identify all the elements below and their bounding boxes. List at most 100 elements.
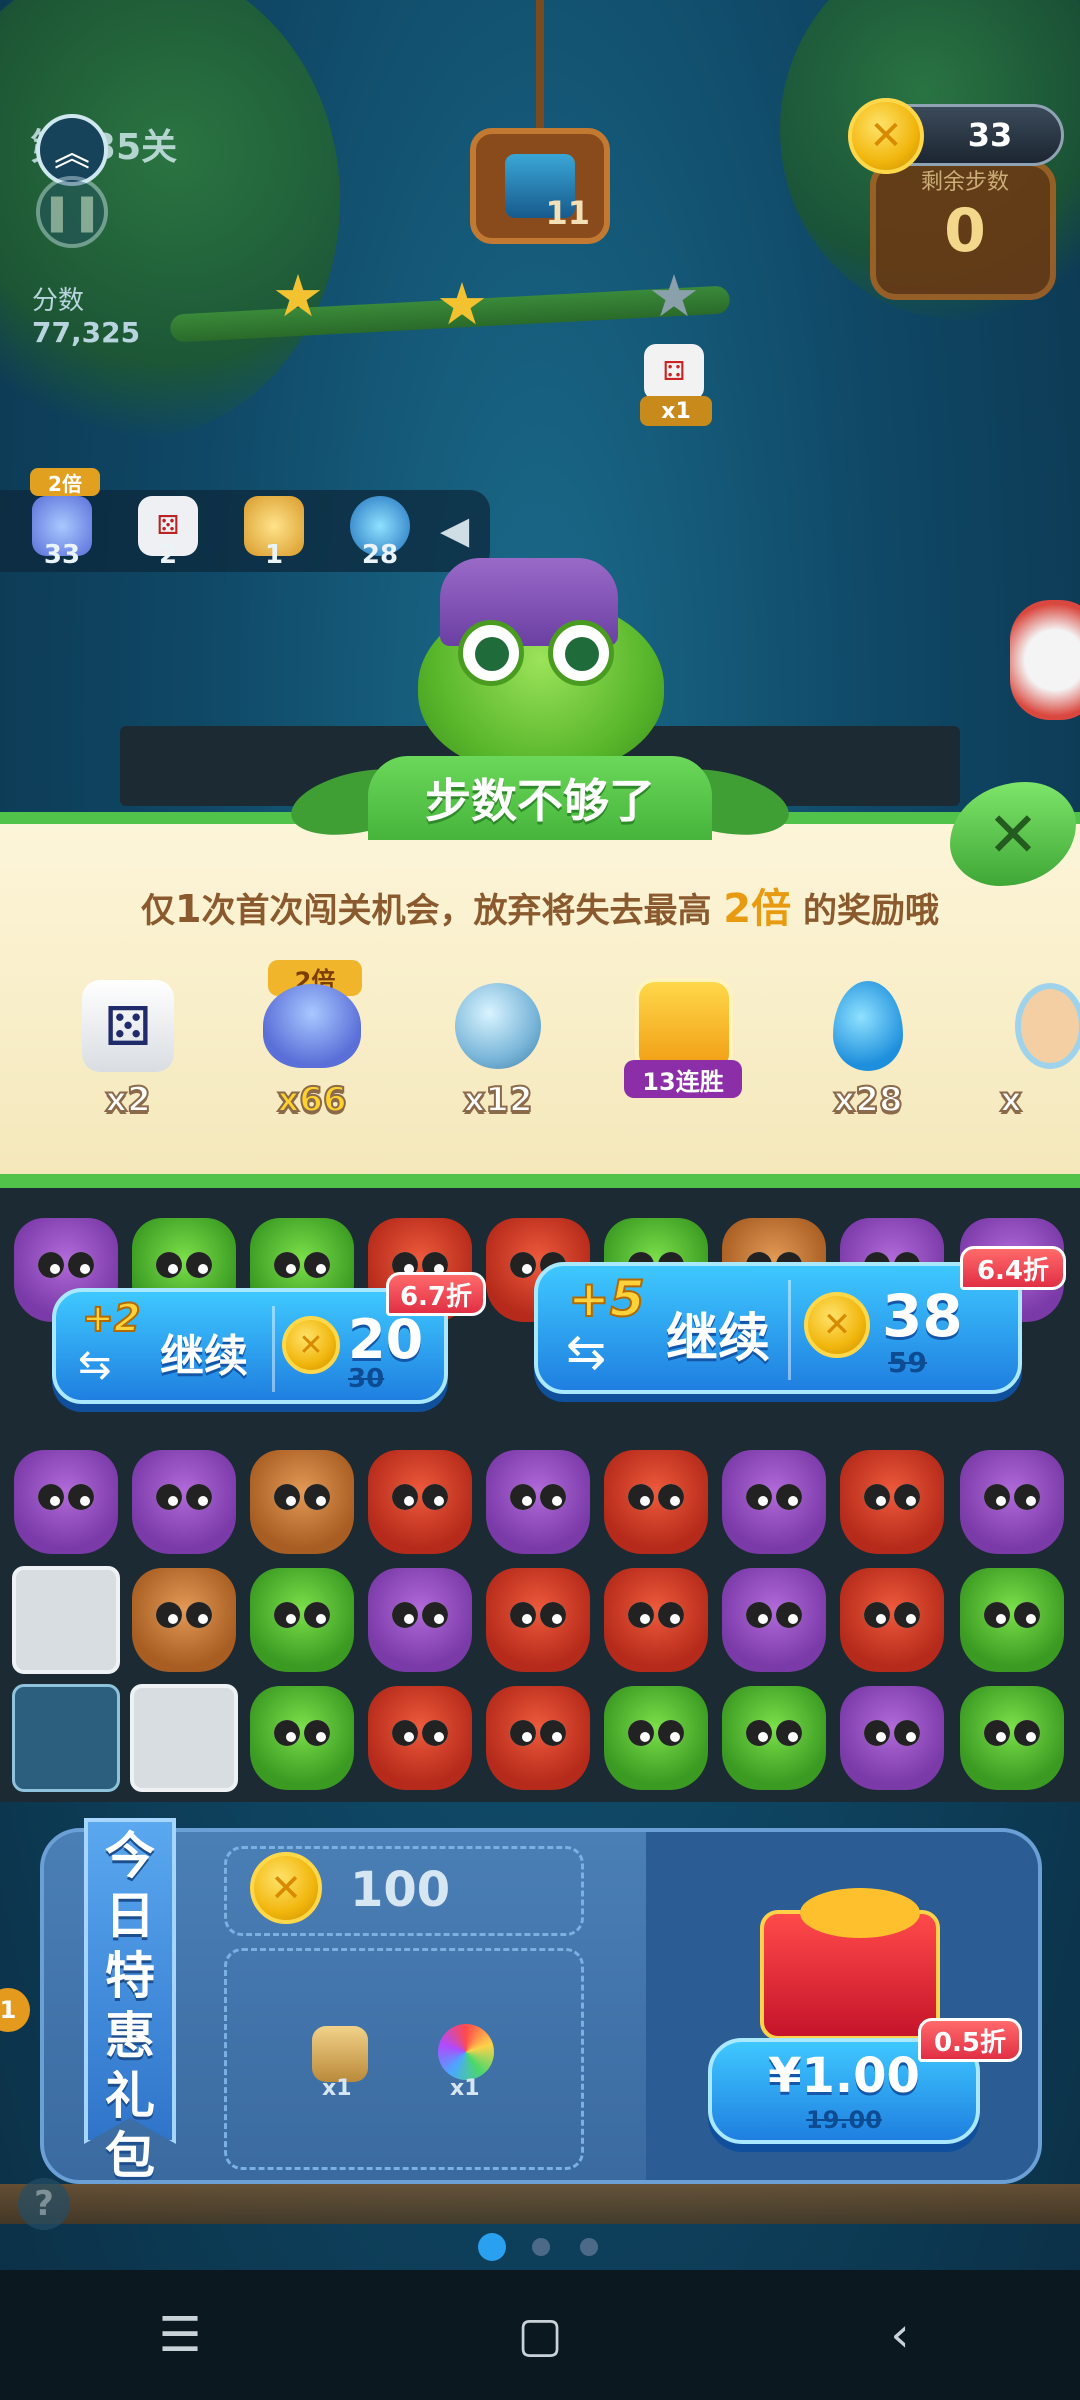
owl-tile[interactable] [722, 1450, 826, 1554]
swap-arrows-icon: ⇆ [78, 1342, 112, 1388]
moves-left: 0 [944, 196, 986, 266]
owl-tile[interactable] [840, 1686, 944, 1790]
help-button[interactable]: ? [18, 2178, 70, 2230]
hamburger-icon: ☰ [158, 2307, 202, 2363]
coin-icon: ✕ [804, 1292, 870, 1358]
message-text: 仅 [141, 891, 175, 931]
pack-item-slot [224, 1948, 584, 2170]
reward-qty: x66 [276, 1079, 347, 1121]
square-home-icon: ▢ [517, 2307, 563, 2363]
booster-count: 2 [158, 540, 178, 570]
extra-moves: +5 [567, 1269, 646, 1329]
dialog-title-tab: 步数不够了 [368, 756, 712, 840]
pager-dot[interactable] [532, 2238, 550, 2256]
reward-qty: x2 [104, 1079, 152, 1121]
message-text: 的奖励哦 [802, 891, 939, 931]
star-icon: ★ [272, 262, 324, 330]
coin-icon: ✕ [282, 1316, 340, 1374]
pager-dot-active[interactable] [478, 2233, 506, 2261]
menu-nav-button[interactable]: ☰ [120, 2290, 240, 2380]
continue-label: 继续 [160, 1331, 248, 1382]
coin-icon: ✕ [848, 98, 924, 174]
reward-qty: x12 [462, 1079, 533, 1121]
frog-tile[interactable] [960, 1568, 1064, 1672]
pager-dot[interactable] [580, 2238, 598, 2256]
fox-tile[interactable] [486, 1568, 590, 1672]
frog-tile[interactable] [960, 1686, 1064, 1790]
fox-tile[interactable] [368, 1686, 472, 1790]
divider [272, 1306, 275, 1392]
star-empty-icon: ★ [648, 262, 700, 330]
continue-label: 继续 [666, 1309, 771, 1369]
discount-badge: 6.7折 [386, 1272, 486, 1316]
rainbow-owl-icon [438, 2024, 494, 2080]
fox-tile[interactable] [368, 1450, 472, 1554]
coin-icon: ✕ [250, 1852, 322, 1924]
partial-item-icon [1015, 983, 1080, 1069]
target-rope [536, 0, 544, 130]
magic-orb-icon [455, 983, 541, 1069]
pause-button[interactable]: ❚❚ [36, 176, 108, 248]
frog-tile[interactable] [604, 1686, 708, 1790]
dice-icon: ⚄ [82, 980, 174, 1072]
fox-tile[interactable] [840, 1450, 944, 1554]
double-chevron-up-icon: ︽ [53, 133, 90, 174]
collapse-left-icon[interactable]: ◀ [440, 508, 469, 552]
message-text: 次首次闯关机会，放弃将失去最高 [201, 891, 712, 931]
owl-tile[interactable] [722, 1568, 826, 1672]
discount-badge: 6.4折 [960, 1246, 1066, 1290]
side-character-icon[interactable] [1010, 600, 1080, 720]
stone-block [130, 1684, 238, 1792]
level-target: 11 [470, 128, 610, 244]
booster-count: 1 [264, 540, 284, 570]
frog-tile[interactable] [722, 1686, 826, 1790]
star-icon: ★ [436, 270, 488, 338]
ice-flower-block [12, 1684, 120, 1792]
back-chevron-icon: ‹ [890, 2307, 910, 2363]
target-count: 11 [545, 194, 590, 232]
frog-tile[interactable] [250, 1686, 354, 1790]
system-nav-bar: ☰ ▢ ‹ [0, 2270, 1080, 2400]
back-nav-button[interactable]: ‹ [840, 2290, 960, 2380]
pack-coin-amount: 100 [350, 1862, 451, 1918]
fox-tile[interactable] [840, 1568, 944, 1672]
continue-old-price: 59 [888, 1346, 927, 1379]
hammer-icon [312, 2026, 368, 2082]
frog-tile[interactable] [250, 1568, 354, 1672]
bear-tile[interactable] [132, 1568, 236, 1672]
owl-tile[interactable] [14, 1450, 118, 1554]
owl-tile[interactable] [132, 1450, 236, 1554]
game-screen: 第435关 ︽ ❚❚ 分数 77,325 11 ★ ★ ★ ⚃ x1 剩余步数 … [0, 0, 1080, 2400]
bonus-multiplier: x1 [640, 396, 712, 426]
continue-plus-5-button[interactable]: +5 ⇆ 继续 ✕ 38 59 [534, 1262, 1022, 1394]
side-notification-badge[interactable]: 1 [0, 1988, 30, 2032]
stone-block [12, 1566, 120, 1674]
divider [788, 1280, 791, 1380]
owl-tile[interactable] [960, 1450, 1064, 1554]
booster-multiplier-tag: 2倍 [30, 468, 100, 496]
bag-icon [263, 984, 361, 1068]
owl-tile[interactable] [486, 1450, 590, 1554]
continue-price: 20 [348, 1308, 424, 1371]
mascot-eye-icon [548, 620, 614, 686]
booster-count: 28 [361, 540, 399, 570]
fox-tile[interactable] [604, 1568, 708, 1672]
message-highlight: 2倍 [723, 886, 792, 932]
owl-tile[interactable] [368, 1568, 472, 1672]
win-streak-badge: 13连胜 [624, 1060, 742, 1098]
extra-moves: +2 [81, 1295, 141, 1341]
reward-item [262, 976, 362, 1076]
item-qty: x1 [322, 2076, 352, 2101]
moves-label: 剩余步数 [920, 170, 1009, 195]
reward-item [818, 976, 918, 1076]
bear-tile[interactable] [250, 1450, 354, 1554]
home-nav-button[interactable]: ▢ [480, 2290, 600, 2380]
close-icon: ✕ [987, 797, 1039, 871]
pause-icon: ❚❚ [41, 191, 103, 233]
discount-badge: 0.5折 [918, 2018, 1022, 2062]
item-qty: x1 [450, 2076, 480, 2101]
fox-tile[interactable] [604, 1450, 708, 1554]
reward-item: ⚄ [78, 976, 178, 1076]
fox-tile[interactable] [486, 1686, 590, 1790]
pack-old-price: 19.00 [806, 2106, 882, 2134]
